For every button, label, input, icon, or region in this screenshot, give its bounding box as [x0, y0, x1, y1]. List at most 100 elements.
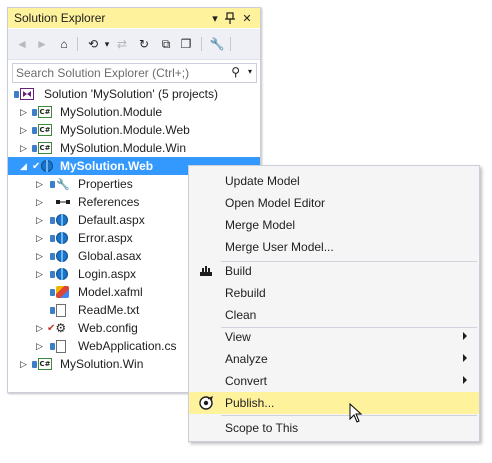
tree-item-label: References [78, 195, 140, 209]
tree-item-label: WebApplication.cs [78, 339, 177, 353]
menu-item-analyze[interactable]: Analyze [189, 348, 479, 370]
panel-title-bar: Solution Explorer ▾ ✕ [8, 8, 260, 28]
xafml-file-icon [50, 285, 69, 299]
menu-item-open-model-editor[interactable]: Open Model Editor [189, 192, 479, 214]
document-icon [56, 303, 66, 317]
expand-arrow-icon[interactable]: ▷ [36, 232, 44, 244]
menu-item-clean[interactable]: Clean [189, 304, 479, 326]
menu-item-scope-to-this[interactable]: Scope to This [189, 417, 479, 439]
menu-item-publish[interactable]: Publish... [189, 392, 479, 414]
lock-icon [50, 342, 55, 350]
refresh-icon[interactable]: ↻ [136, 36, 152, 52]
expand-arrow-icon[interactable]: ▷ [20, 106, 28, 118]
tree-item-label: Properties [78, 177, 133, 191]
context-menu: Update Model Open Model Editor Merge Mod… [188, 165, 480, 442]
close-icon[interactable]: ✕ [240, 11, 254, 25]
toolbar-separator [201, 37, 202, 51]
tree-item-label: Model.xafml [78, 285, 143, 299]
collapse-arrow-icon[interactable]: ◢ [20, 160, 28, 172]
expand-arrow-icon[interactable]: ▷ [36, 178, 44, 190]
web-page-icon [56, 250, 68, 262]
lock-icon [50, 180, 55, 188]
checked-out-icon: ✔ [47, 322, 56, 334]
tree-item-label: MySolution.Module [60, 105, 163, 119]
checked-out-icon: ✔ [32, 160, 41, 172]
lock-icon [50, 252, 55, 260]
menu-item-label: Merge User Model... [225, 240, 334, 254]
lock-icon [32, 360, 37, 368]
search-box[interactable]: ⚲ ▾ [12, 63, 257, 83]
back-icon[interactable]: ◄ [14, 36, 30, 52]
tree-item-label: MySolution.Module.Web [60, 123, 190, 137]
forward-icon[interactable]: ► [34, 36, 50, 52]
pin-icon[interactable] [223, 11, 237, 25]
tree-item-label: Web.config [78, 321, 138, 335]
menu-item-view[interactable]: View [189, 326, 479, 348]
expand-arrow-icon[interactable]: ▷ [36, 214, 44, 226]
expand-arrow-icon[interactable]: ▷ [20, 358, 28, 370]
lock-icon [14, 90, 19, 98]
menu-item-update-model[interactable]: Update Model [189, 170, 479, 192]
project-icon: C# [32, 141, 52, 155]
wrench-icon: 🔧 [56, 178, 70, 191]
aspx-file-icon [50, 213, 68, 227]
expand-arrow-icon[interactable]: ▷ [36, 322, 44, 334]
model-icon [56, 286, 69, 298]
properties-wrench-icon[interactable]: 🔧 [209, 36, 225, 52]
project-icon: C# [32, 105, 52, 119]
solution-explorer-toolbar: ◄ ► ⌂ ⟲ ▾ ⇄ ↻ ⧉ ❐ 🔧 [8, 29, 260, 60]
web-page-icon [56, 214, 68, 226]
search-input[interactable] [16, 65, 226, 80]
menu-item-convert[interactable]: Convert [189, 370, 479, 392]
aspx-file-icon [50, 231, 68, 245]
tree-item-label: ReadMe.txt [78, 303, 140, 317]
menu-item-label: Analyze [225, 352, 268, 366]
tree-item-label: MySolution.Win [60, 357, 144, 371]
history-dropdown-icon[interactable]: ▾ [99, 36, 115, 52]
menu-item-merge-model[interactable]: Merge Model [189, 214, 479, 236]
expand-arrow-icon[interactable]: ▷ [36, 196, 44, 208]
menu-item-rebuild[interactable]: Rebuild [189, 282, 479, 304]
expand-arrow-icon[interactable]: ▷ [36, 268, 44, 280]
menu-item-label: View [225, 330, 251, 344]
csharp-project-icon: C# [38, 124, 52, 136]
build-icon [198, 264, 214, 278]
sync-icon[interactable]: ⇄ [114, 36, 130, 52]
home-icon[interactable]: ⌂ [56, 36, 72, 52]
item-icon: 🔧 [50, 177, 70, 191]
show-all-files-icon[interactable]: ❐ [178, 36, 194, 52]
lock-icon [50, 306, 55, 314]
toolbar-separator [230, 37, 231, 51]
expand-arrow-icon[interactable]: ▷ [36, 340, 44, 352]
project-icon: ✔ [32, 159, 54, 173]
expand-arrow-icon[interactable]: ▷ [20, 124, 28, 136]
toolbar-separator [77, 37, 78, 51]
csharp-project-icon: C# [38, 106, 52, 118]
vs-solution-icon [20, 88, 34, 100]
lock-icon [50, 216, 55, 224]
lock-icon [32, 108, 37, 116]
submenu-arrow-icon [463, 332, 467, 340]
search-icon[interactable]: ⚲ [231, 65, 240, 79]
tree-item-project[interactable]: ▷ C# MySolution.Module [8, 103, 260, 121]
collapse-all-icon[interactable]: ⧉ [158, 36, 174, 52]
tree-item-label: MySolution.Module.Win [60, 141, 187, 155]
tree-item-project[interactable]: ▷ C# MySolution.Module.Web [8, 121, 260, 139]
expand-arrow-icon[interactable]: ▷ [36, 250, 44, 262]
code-file-icon [56, 339, 66, 353]
menu-item-label: Rebuild [225, 286, 266, 300]
menu-item-build[interactable]: Build [189, 260, 479, 282]
search-dropdown-icon[interactable]: ▾ [248, 67, 252, 76]
lock-icon [32, 144, 37, 152]
mouse-cursor-icon [349, 403, 363, 423]
tree-item-label: MySolution.Web [60, 159, 154, 173]
submenu-arrow-icon [463, 376, 467, 384]
tree-item-solution[interactable]: Solution 'MySolution' (5 projects) [8, 85, 260, 103]
aspx-file-icon [50, 267, 68, 281]
menu-item-label: Update Model [225, 174, 300, 188]
tree-item-project[interactable]: ▷ C# MySolution.Module.Win [8, 139, 260, 157]
web-page-icon [56, 232, 68, 244]
pin-dropdown-icon[interactable]: ▾ [208, 11, 222, 25]
expand-arrow-icon[interactable]: ▷ [20, 142, 28, 154]
menu-item-merge-user-model[interactable]: Merge User Model... [189, 236, 479, 258]
